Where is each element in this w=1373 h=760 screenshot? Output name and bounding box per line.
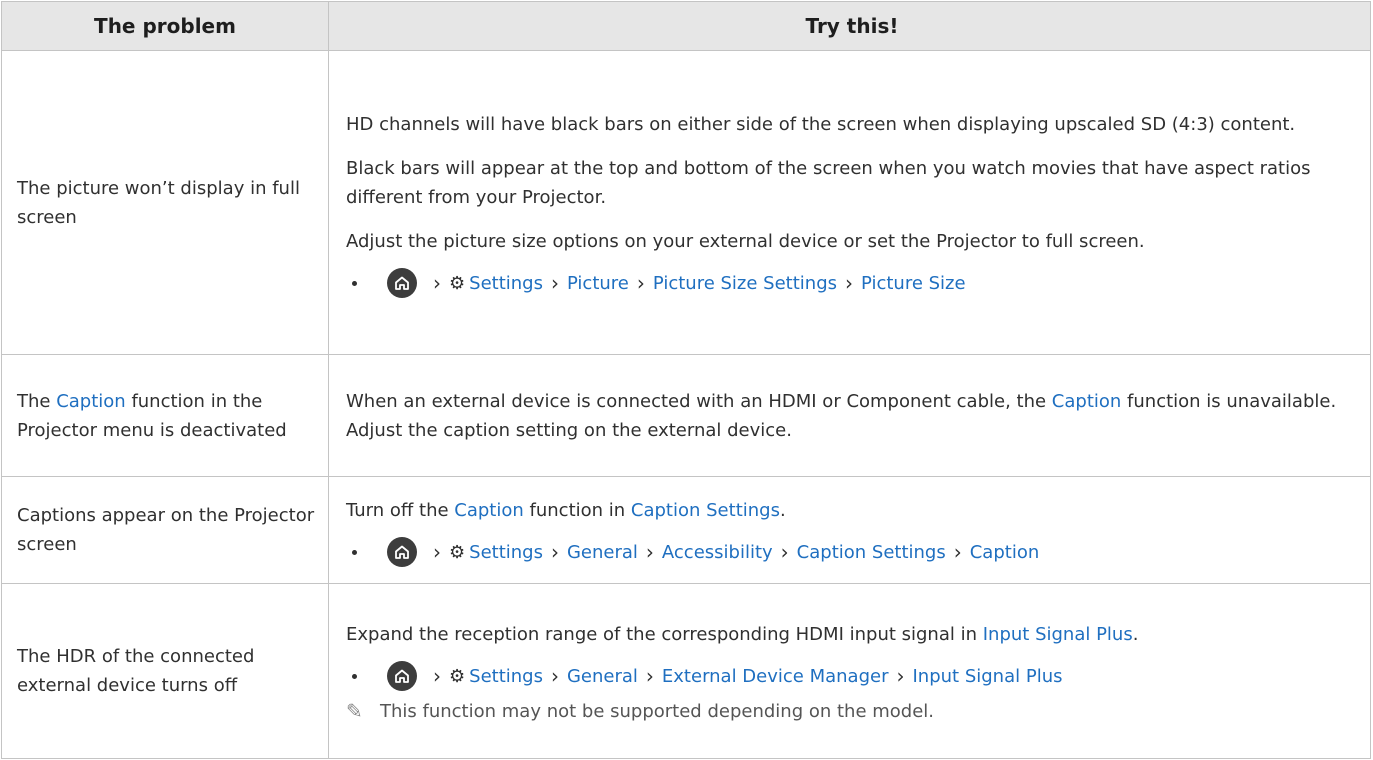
menu-path-item[interactable]: Picture Size Settings (653, 269, 837, 298)
chevron-right-icon: › (780, 539, 789, 564)
menu-path-item[interactable]: Accessibility (662, 538, 773, 567)
solution-cell: When an external device is connected wit… (329, 355, 1370, 476)
chevron-right-icon: › (845, 270, 853, 295)
problem-text-part: The (17, 390, 57, 412)
solution-text-part: . (779, 500, 786, 521)
home-icon (387, 537, 417, 567)
solution-text-part: . (1132, 624, 1139, 645)
chevron-right-icon: › (550, 539, 559, 564)
problem-cell: The HDR of the connected external device… (2, 584, 329, 758)
chevron-right-icon: › (953, 539, 962, 564)
chevron-right-icon: › (645, 539, 654, 564)
chevron-right-icon: › (645, 663, 654, 688)
menu-path-item[interactable]: General (567, 538, 638, 567)
note-text: This function may not be supported depen… (380, 701, 935, 722)
solution-cell: Turn off the Caption function in Caption… (329, 477, 1370, 583)
home-icon (387, 661, 417, 691)
chevron-right-icon: › (550, 270, 559, 295)
solution-text-part: Turn off the (346, 500, 455, 521)
menu-path-item[interactable]: Picture Size (861, 269, 966, 298)
solution-text-part: When an external device is connected wit… (346, 390, 1052, 412)
solution-text-part: function in (523, 500, 631, 521)
solution-paragraph: Expand the reception range of the corres… (346, 620, 1358, 649)
troubleshooting-table: The problem Try this! The picture won’t … (1, 1, 1371, 759)
header-try-this: Try this! (805, 13, 899, 38)
menu-path: › ⚙ Settings › General › External Device… (346, 660, 1358, 692)
caption-link[interactable]: Caption (56, 391, 126, 412)
solution-paragraph: Black bars will appear at the top and bo… (346, 158, 1311, 208)
problem-cell: Captions appear on the Projector screen (2, 477, 329, 583)
gear-icon: ⚙ (449, 272, 466, 294)
chevron-right-icon: › (636, 270, 645, 295)
problem-cell: The picture won’t display in full screen (2, 51, 329, 354)
caption-settings-link[interactable]: Caption Settings (631, 500, 780, 521)
menu-path-item[interactable]: Settings (469, 662, 543, 691)
bullet (352, 673, 357, 679)
bullet (352, 549, 357, 555)
problem-text: Captions appear on the Projector screen (17, 505, 315, 555)
chevron-right-icon: › (550, 663, 559, 688)
caption-link[interactable]: Caption (454, 500, 524, 521)
menu-path: › ⚙ Settings › Picture › Picture Size Se… (346, 267, 1358, 299)
menu-path-item[interactable]: Caption Settings (797, 538, 946, 567)
problem-text: The picture won’t display in full screen (17, 177, 300, 228)
chevron-right-icon: › (433, 539, 441, 564)
gear-icon: ⚙ (449, 665, 466, 687)
chevron-right-icon: › (433, 270, 441, 295)
pencil-note-icon: ✎ (346, 699, 363, 723)
solution-paragraph: When an external device is connected wit… (346, 387, 1358, 445)
solution-cell: Expand the reception range of the corres… (329, 584, 1370, 758)
solution-cell: HD channels will have black bars on eith… (329, 51, 1370, 354)
problem-text: The Caption function in the Projector me… (17, 387, 318, 445)
menu-path-item[interactable]: Settings (469, 269, 543, 298)
table-row: The picture won’t display in full screen… (2, 50, 1370, 354)
menu-path-item[interactable]: Settings (469, 538, 543, 567)
caption-link[interactable]: Caption (1052, 391, 1122, 412)
menu-path: › ⚙ Settings › General › Accessibility ›… (346, 536, 1358, 568)
problem-cell: The Caption function in the Projector me… (2, 355, 329, 476)
chevron-right-icon: › (896, 663, 905, 688)
note: ✎ This function may not be supported dep… (346, 697, 1358, 726)
menu-path-item[interactable]: Input Signal Plus (913, 662, 1063, 691)
chevron-right-icon: › (433, 663, 441, 688)
input-signal-plus-link[interactable]: Input Signal Plus (983, 624, 1133, 645)
solution-paragraph: Turn off the Caption function in Caption… (346, 496, 1358, 525)
header-problem: The problem (2, 2, 329, 50)
table-row: The HDR of the connected external device… (2, 583, 1370, 758)
solution-text-part: Expand the reception range of the corres… (346, 624, 983, 645)
menu-path-item[interactable]: External Device Manager (662, 662, 889, 691)
menu-path-item[interactable]: Picture (567, 269, 629, 298)
menu-path-item[interactable]: Caption (970, 538, 1040, 567)
table-row: The Caption function in the Projector me… (2, 354, 1370, 476)
solution-paragraph: HD channels will have black bars on eith… (346, 114, 1296, 135)
gear-icon: ⚙ (449, 541, 466, 563)
table-header: The problem Try this! (2, 2, 1370, 50)
home-icon (387, 268, 417, 298)
problem-text: The HDR of the connected external device… (17, 646, 255, 696)
table-row: Captions appear on the Projector screen … (2, 476, 1370, 583)
solution-paragraph: Adjust the picture size options on your … (346, 231, 1145, 252)
bullet (352, 280, 357, 286)
menu-path-item[interactable]: General (567, 662, 638, 691)
